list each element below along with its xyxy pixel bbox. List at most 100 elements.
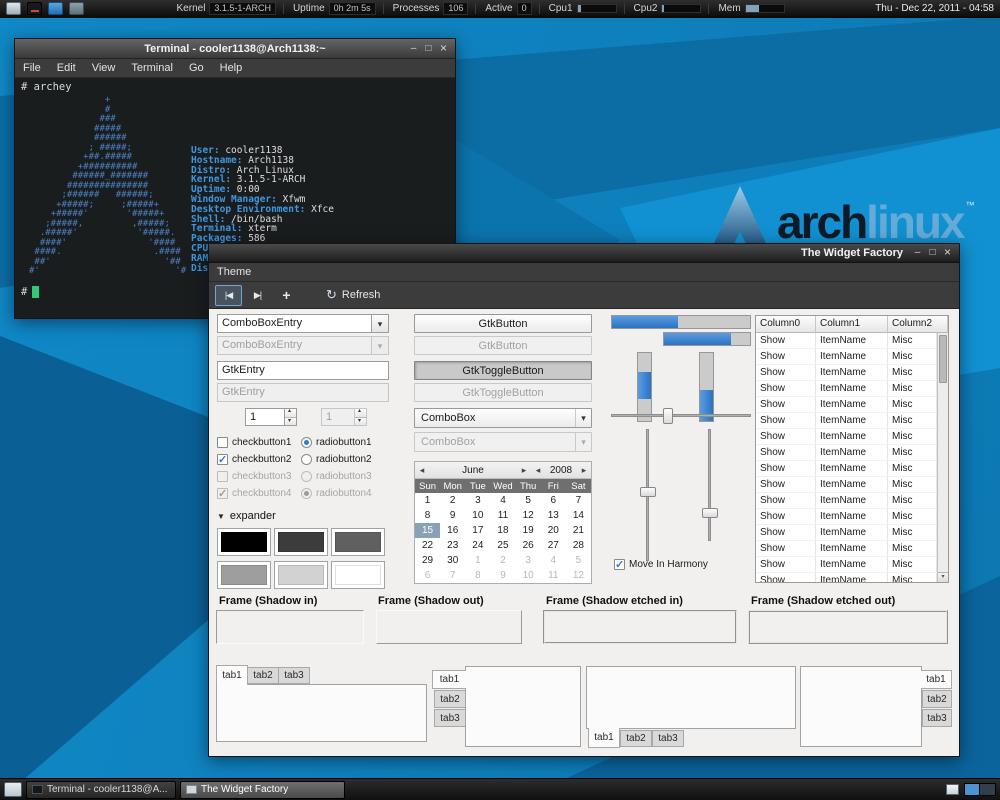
- expander[interactable]: expander: [217, 510, 276, 522]
- column-header-0[interactable]: Column0: [756, 316, 816, 333]
- calendar-day[interactable]: 8: [465, 568, 490, 583]
- calendar-day[interactable]: 11: [541, 568, 566, 583]
- column-header-1[interactable]: Column1: [816, 316, 888, 333]
- calendar-day[interactable]: 20: [541, 523, 566, 538]
- calendar-day[interactable]: 21: [566, 523, 591, 538]
- hscale-slider[interactable]: [611, 408, 751, 424]
- workspace-pager[interactable]: [964, 783, 996, 796]
- calendar-day[interactable]: 22: [415, 538, 440, 553]
- add-button[interactable]: [273, 285, 300, 306]
- go-first-button[interactable]: [215, 285, 242, 306]
- table-row[interactable]: ShowItemNameMisc: [756, 445, 937, 461]
- scroll-down-button[interactable]: [938, 572, 948, 582]
- nb1-tab2[interactable]: tab2: [247, 667, 279, 684]
- column-header-2[interactable]: Column2: [888, 316, 948, 333]
- next-year-button[interactable]: [577, 465, 591, 476]
- nb4-tab3[interactable]: tab3: [922, 709, 952, 727]
- scrollbar-thumb[interactable]: [939, 335, 947, 383]
- calendar-day[interactable]: 12: [566, 568, 591, 583]
- table-row[interactable]: ShowItemNameMisc: [756, 509, 937, 525]
- calendar-day[interactable]: 4: [541, 553, 566, 568]
- calendar-day[interactable]: 29: [415, 553, 440, 568]
- calendar-day[interactable]: 17: [465, 523, 490, 538]
- nb4-tab1[interactable]: tab1: [921, 670, 952, 689]
- treeview[interactable]: Column0 Column1 Column2 ShowItemNameMisc…: [755, 315, 949, 583]
- spinbutton-input[interactable]: 1: [245, 408, 284, 426]
- calendar-day[interactable]: 9: [490, 568, 515, 583]
- combobox[interactable]: ComboBox: [414, 408, 592, 428]
- checkbutton-1[interactable]: checkbutton1: [217, 436, 292, 449]
- table-row[interactable]: ShowItemNameMisc: [756, 541, 937, 557]
- maximize-icon[interactable]: [421, 44, 436, 54]
- widget-factory-window[interactable]: The Widget Factory Theme Refresh ComboBo…: [208, 243, 960, 757]
- prev-year-button[interactable]: [531, 465, 545, 476]
- terminal-titlebar[interactable]: Terminal - cooler1138@Arch1138:~: [15, 39, 455, 59]
- radiobutton-1[interactable]: radiobutton1: [301, 436, 372, 449]
- table-row[interactable]: ShowItemNameMisc: [756, 365, 937, 381]
- launcher-icon-terminal[interactable]: [27, 2, 42, 15]
- table-row[interactable]: ShowItemNameMisc: [756, 493, 937, 509]
- calendar-day[interactable]: 16: [440, 523, 465, 538]
- taskbar-item-widget-factory[interactable]: The Widget Factory: [180, 781, 345, 799]
- comboboxentry-input[interactable]: ComboBoxEntry: [217, 314, 371, 333]
- spinbutton-down-button[interactable]: [285, 418, 296, 426]
- calendar-day[interactable]: 23: [440, 538, 465, 553]
- taskbar-launcher-icon[interactable]: [4, 782, 22, 797]
- calendar-day[interactable]: 15: [415, 523, 440, 538]
- calendar-day[interactable]: 14: [566, 508, 591, 523]
- calendar-day[interactable]: 8: [415, 508, 440, 523]
- color-swatch[interactable]: [331, 528, 385, 556]
- calendar-day[interactable]: 3: [516, 553, 541, 568]
- minimize-icon[interactable]: [910, 248, 925, 258]
- table-row[interactable]: ShowItemNameMisc: [756, 381, 937, 397]
- calendar-day[interactable]: 27: [541, 538, 566, 553]
- vscale-slider-1[interactable]: [640, 429, 656, 561]
- color-swatch[interactable]: [274, 528, 328, 556]
- next-month-button[interactable]: [517, 465, 531, 476]
- table-row[interactable]: ShowItemNameMisc: [756, 429, 937, 445]
- taskbar-item-terminal[interactable]: Terminal - cooler1138@A...: [26, 781, 176, 799]
- calendar-day[interactable]: 5: [566, 553, 591, 568]
- calendar-day[interactable]: 25: [490, 538, 515, 553]
- calendar-day[interactable]: 18: [490, 523, 515, 538]
- table-row[interactable]: ShowItemNameMisc: [756, 557, 937, 573]
- table-row[interactable]: ShowItemNameMisc: [756, 349, 937, 365]
- vscale1-handle[interactable]: [640, 487, 656, 497]
- menu-item-go[interactable]: Go: [181, 59, 212, 77]
- calendar-day[interactable]: 1: [465, 553, 490, 568]
- menu-item-view[interactable]: View: [84, 59, 124, 77]
- nb4-tab2[interactable]: tab2: [922, 690, 952, 708]
- calendar-day[interactable]: 9: [440, 508, 465, 523]
- table-row[interactable]: ShowItemNameMisc: [756, 461, 937, 477]
- workspace-1[interactable]: [965, 784, 980, 795]
- nb2-tab3[interactable]: tab3: [434, 709, 466, 727]
- calendar-day[interactable]: 12: [516, 508, 541, 523]
- calendar-day[interactable]: 13: [541, 508, 566, 523]
- gtkentry-input[interactable]: GtkEntry: [217, 361, 389, 380]
- tray-icon[interactable]: [946, 784, 959, 795]
- color-swatch[interactable]: [217, 561, 271, 589]
- calendar-day[interactable]: 4: [490, 493, 515, 508]
- calendar-day[interactable]: 24: [465, 538, 490, 553]
- twf-titlebar[interactable]: The Widget Factory: [209, 244, 959, 263]
- calendar-day[interactable]: 6: [541, 493, 566, 508]
- close-icon[interactable]: [436, 43, 451, 55]
- calendar-day[interactable]: 30: [440, 553, 465, 568]
- table-row[interactable]: ShowItemNameMisc: [756, 413, 937, 429]
- checkbutton-2[interactable]: checkbutton2: [217, 453, 292, 466]
- minimize-icon[interactable]: [406, 44, 421, 54]
- close-icon[interactable]: [940, 247, 955, 259]
- nb1-tab1[interactable]: tab1: [216, 665, 248, 685]
- nb3-tab1[interactable]: tab1: [588, 728, 620, 748]
- treeview-scrollbar[interactable]: [937, 333, 948, 582]
- launcher-icon-window-manager[interactable]: [6, 2, 21, 15]
- nb3-tab3[interactable]: tab3: [652, 730, 684, 747]
- vscale-slider-2[interactable]: [702, 429, 718, 541]
- vscale2-handle[interactable]: [702, 508, 718, 518]
- color-swatch[interactable]: [331, 561, 385, 589]
- launcher-icon-file-manager[interactable]: [69, 2, 84, 15]
- calendar-day[interactable]: 11: [490, 508, 515, 523]
- calendar-day[interactable]: 28: [566, 538, 591, 553]
- menu-item-edit[interactable]: Edit: [49, 59, 84, 77]
- launcher-icon-browser[interactable]: [48, 2, 63, 15]
